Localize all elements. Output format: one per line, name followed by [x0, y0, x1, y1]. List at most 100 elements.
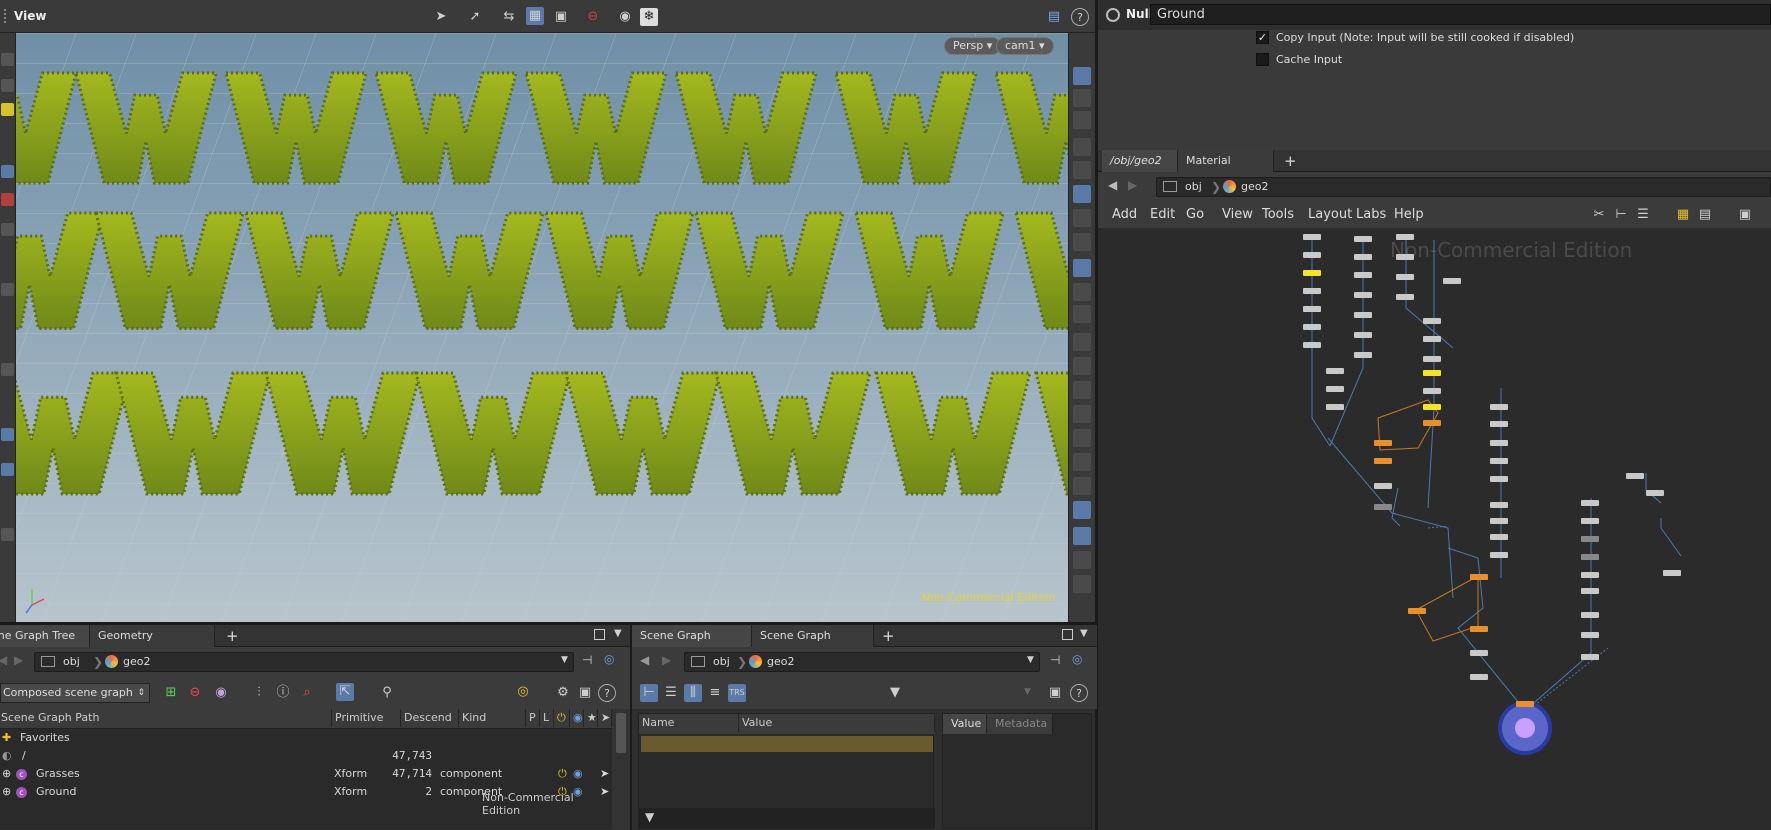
network-node[interactable]: [1423, 370, 1441, 376]
info-icon[interactable]: ⓘ: [274, 684, 292, 702]
camera-settings-icon[interactable]: [1073, 305, 1091, 323]
network-node[interactable]: [1326, 368, 1344, 374]
point-icon[interactable]: [1073, 333, 1091, 351]
network-node[interactable]: [1374, 440, 1392, 446]
network-node[interactable]: [1581, 654, 1599, 660]
network-node[interactable]: [1581, 518, 1599, 524]
network-node[interactable]: [1303, 252, 1321, 258]
menu-edit[interactable]: Edit: [1150, 202, 1175, 228]
network-node[interactable]: [1581, 632, 1599, 638]
select-arrow-icon[interactable]: ➤: [432, 8, 450, 26]
path-node[interactable]: geo2: [123, 653, 150, 671]
delete-prim-icon[interactable]: ⊖: [186, 684, 204, 702]
snapshot-icon[interactable]: ▣: [576, 684, 594, 702]
back-icon[interactable]: ◀: [1108, 178, 1117, 192]
help-icon[interactable]: ?: [1071, 8, 1089, 26]
sgt-scrollbar[interactable]: [612, 709, 630, 830]
cache-input-checkbox[interactable]: [1256, 53, 1269, 66]
forward-icon[interactable]: ▶: [14, 653, 23, 667]
menu-tools[interactable]: Tools: [1262, 202, 1294, 228]
network-node[interactable]: [1354, 352, 1372, 358]
select-icon[interactable]: ➤: [600, 765, 609, 783]
network-node[interactable]: [1396, 274, 1414, 280]
network-node[interactable]: [1663, 570, 1681, 576]
network-node[interactable]: [1581, 500, 1599, 506]
network-node[interactable]: [1396, 294, 1414, 300]
view-tool-icon[interactable]: [1, 165, 14, 178]
color-grid-icon[interactable]: ▦: [1674, 206, 1692, 224]
add-tab-icon[interactable]: +: [1284, 152, 1297, 170]
col-value[interactable]: Value: [739, 714, 935, 732]
path-root[interactable]: obj: [713, 653, 730, 671]
network-node[interactable]: [1626, 473, 1644, 479]
grid-icon[interactable]: ▤: [1696, 206, 1714, 224]
help-icon[interactable]: ?: [1070, 684, 1088, 702]
table-row[interactable]: ✚ Favorites: [0, 729, 606, 747]
network-node[interactable]: [1354, 292, 1372, 298]
render-icon[interactable]: ❄: [640, 8, 658, 26]
menu-add[interactable]: Add: [1112, 202, 1137, 228]
paint-tool-icon[interactable]: [1, 283, 14, 296]
snap-grid-icon[interactable]: ▦: [526, 7, 544, 25]
col-kind[interactable]: Kind: [459, 709, 526, 727]
expand-icon[interactable]: ⊕: [2, 783, 11, 801]
network-node[interactable]: [1490, 421, 1508, 427]
corner-icon[interactable]: [1073, 477, 1091, 495]
network-node[interactable]: [1470, 626, 1488, 632]
col-descend[interactable]: Descend: [401, 709, 459, 727]
geo-tool-icon[interactable]: [1, 463, 14, 476]
user-icon[interactable]: [1073, 233, 1091, 251]
copy-input-checkbox[interactable]: ✓: [1256, 31, 1269, 44]
display-icon[interactable]: ▣: [552, 8, 570, 26]
network-node[interactable]: [1490, 404, 1508, 410]
forward-icon[interactable]: ▶: [662, 653, 671, 667]
move-tool-icon[interactable]: [1, 79, 14, 92]
prim-icon[interactable]: [1073, 381, 1091, 399]
scroll-down-icon[interactable]: [1073, 575, 1091, 593]
network-node[interactable]: [1303, 234, 1321, 240]
magnet-tool-icon[interactable]: [1, 193, 14, 206]
persp-dropdown[interactable]: Persp ▾: [944, 37, 1002, 55]
pin-icon[interactable]: ⊣: [1050, 653, 1060, 667]
pin-icon[interactable]: ⊣: [582, 653, 592, 667]
search-icon[interactable]: ⌕: [298, 684, 316, 702]
view-mode-icon[interactable]: [1073, 67, 1091, 85]
col-primitive[interactable]: Primitive: [332, 709, 401, 727]
chevron-down-icon[interactable]: ▼: [1027, 655, 1034, 665]
network-node[interactable]: [1581, 588, 1599, 594]
maximize-icon[interactable]: [594, 629, 605, 640]
network-node[interactable]: [1646, 490, 1664, 496]
ghost-icon[interactable]: [1073, 89, 1091, 107]
sync-icon[interactable]: ⇱: [336, 683, 354, 701]
close-view-icon[interactable]: [1073, 138, 1091, 156]
network-node[interactable]: [1470, 650, 1488, 656]
network-node[interactable]: [1581, 572, 1599, 578]
render-settings-icon[interactable]: [1073, 259, 1091, 277]
visibility-icon[interactable]: ◉: [212, 684, 230, 702]
col-p[interactable]: P: [526, 709, 540, 727]
path-root[interactable]: obj: [63, 653, 80, 671]
network-node[interactable]: [1326, 386, 1344, 392]
tree-icon[interactable]: ⊢: [1612, 206, 1630, 224]
list-view-icon[interactable]: ☰: [662, 684, 680, 702]
path-node[interactable]: geo2: [767, 653, 794, 671]
list-icon[interactable]: ☰: [1634, 206, 1652, 224]
panel-menu-icon[interactable]: ▼: [1080, 628, 1088, 639]
layout-icon[interactable]: ▤: [1045, 8, 1063, 26]
network-node[interactable]: [1303, 270, 1321, 276]
display-options-icon[interactable]: [1073, 551, 1091, 569]
network-node[interactable]: [1303, 342, 1321, 348]
tab-value[interactable]: Value: [943, 714, 987, 734]
network-node[interactable]: [1581, 554, 1599, 560]
filter-dropdown-icon[interactable]: ▼: [1024, 687, 1031, 697]
network-node[interactable]: [1408, 608, 1426, 614]
network-node[interactable]: [1490, 502, 1508, 508]
network-node[interactable]: [1581, 536, 1599, 542]
add-tab-icon[interactable]: +: [882, 627, 895, 645]
col-l[interactable]: L: [540, 709, 554, 727]
filter-icon[interactable]: ▼: [886, 684, 904, 702]
network-canvas[interactable]: Non-Commercial Edition: [1098, 228, 1771, 830]
handle-icon[interactable]: ⇆: [500, 8, 518, 26]
network-node[interactable]: [1374, 458, 1392, 464]
network-node[interactable]: [1470, 674, 1488, 680]
